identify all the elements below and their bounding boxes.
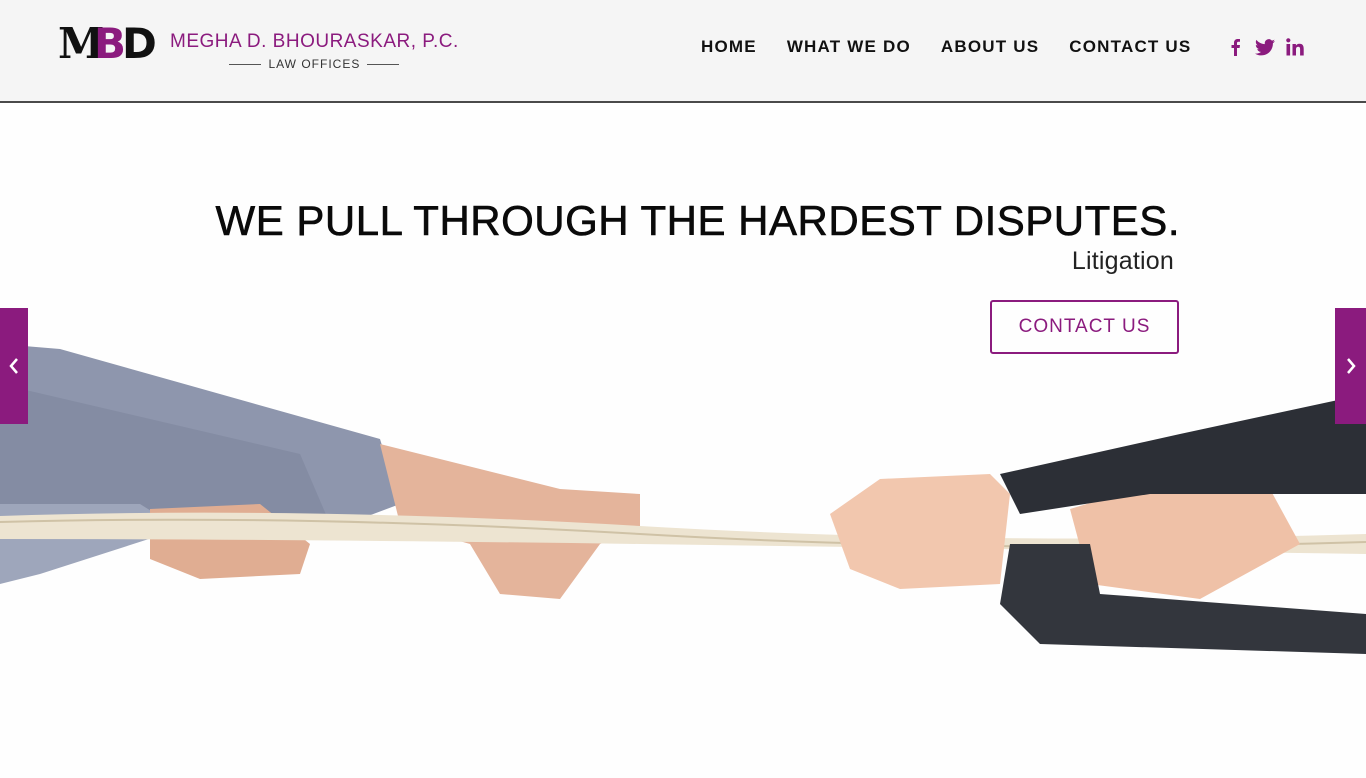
contact-us-button[interactable]: CONTACT US [990,300,1179,354]
firm-tagline-row: LAW OFFICES [170,57,459,71]
hero-subline: Litigation [1071,247,1174,275]
tagline-divider-left [229,63,262,65]
nav-what-we-do[interactable]: WHAT WE DO [787,37,911,57]
nav-home[interactable]: HOME [701,37,757,57]
social-links [1224,36,1314,58]
site-logo[interactable]: M BD MEGHA D. BHOURASKAR, P.C. LAW OFFIC… [58,22,459,72]
tug-of-war-image [0,344,1366,654]
nav-contact-us[interactable]: CONTACT US [1069,37,1191,57]
hero-headline: WE PULL THROUGH THE HARDEST DISPUTES. [215,197,1180,245]
logo-letter-m: M [58,19,104,68]
nav-about-us[interactable]: ABOUT US [941,37,1039,57]
site-header: M BD MEGHA D. BHOURASKAR, P.C. LAW OFFIC… [0,0,1366,103]
facebook-icon[interactable] [1224,36,1246,58]
hero-slider: WE PULL THROUGH THE HARDEST DISPUTES. Li… [0,104,1366,778]
logo-letter-d: D [122,19,157,68]
tagline-divider-right [367,63,400,65]
main-nav: HOME WHAT WE DO ABOUT US CONTACT US [701,37,1221,57]
linkedin-icon[interactable] [1284,36,1306,58]
logo-text: MEGHA D. BHOURASKAR, P.C. LAW OFFICES [170,31,459,71]
chevron-left-icon [9,358,18,374]
mbd-logo-mark: M BD [58,22,158,66]
slider-prev-button[interactable] [0,308,28,424]
twitter-icon[interactable] [1254,36,1276,58]
logo-letters-bd: BD [94,19,157,68]
logo-letter-b: B [94,19,126,68]
slider-next-button[interactable] [1335,308,1366,424]
chevron-right-icon [1346,358,1356,374]
firm-name: MEGHA D. BHOURASKAR, P.C. [170,31,459,52]
firm-tagline: LAW OFFICES [268,57,361,71]
